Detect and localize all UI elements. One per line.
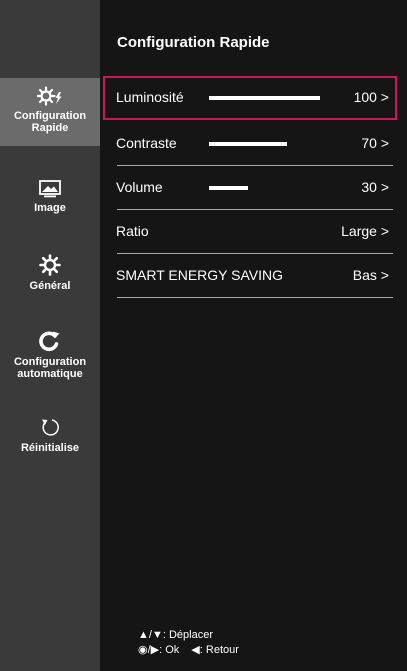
reset-icon	[42, 419, 59, 436]
hint-move: ▲/▼: Déplacer	[138, 628, 239, 643]
sidebar-item-label: Général	[29, 280, 71, 292]
sidebar-item-label: Configuration	[13, 110, 87, 122]
row-value: 70 >	[361, 135, 389, 151]
picture-icon	[39, 180, 61, 198]
quick-settings-icon	[37, 86, 62, 106]
move-label: : Déplacer	[162, 629, 213, 641]
slider-fill	[209, 142, 287, 146]
menu-row-brightness[interactable]: Luminosité 100 >	[103, 76, 397, 120]
menu-row-contrast[interactable]: Contraste 70 >	[103, 122, 397, 162]
row-label: Contraste	[116, 135, 177, 151]
row-value: Bas >	[352, 267, 389, 283]
back-key: ◀	[191, 644, 200, 656]
row-label: Ratio	[116, 223, 149, 239]
sidebar-item-auto-config[interactable]: Configuration automatique	[0, 330, 100, 380]
row-value: Large >	[341, 223, 389, 239]
sidebar-item-general[interactable]: Général	[0, 254, 100, 292]
brightness-slider[interactable]	[209, 96, 320, 100]
contrast-slider[interactable]	[209, 142, 320, 146]
monitor-osd-menu: Configuration Rapide Image Général Confi…	[0, 0, 407, 671]
gear-icon	[39, 254, 61, 276]
back-label: : Retour	[199, 644, 239, 656]
sidebar-item-quick-settings[interactable]: Configuration Rapide	[0, 78, 100, 146]
sidebar-item-image[interactable]: Image	[0, 180, 100, 214]
row-label: Volume	[116, 179, 163, 195]
sidebar-item-label: Image	[34, 202, 66, 214]
move-keys: ▲/▼	[138, 629, 163, 641]
divider	[117, 297, 393, 298]
menu-row-smart-energy-saving[interactable]: SMART ENERGY SAVING Bas >	[103, 254, 397, 294]
ok-label: : Ok	[159, 644, 180, 656]
sidebar-item-sublabel: Rapide	[31, 122, 69, 134]
auto-config-icon	[39, 331, 60, 352]
sidebar-item-sublabel: automatique	[17, 368, 83, 380]
sidebar-item-reset[interactable]: Réinitialise	[0, 416, 100, 454]
menu-row-volume[interactable]: Volume 30 >	[103, 166, 397, 206]
sidebar-item-label: Configuration	[13, 356, 87, 368]
row-value: 30 >	[361, 179, 389, 195]
slider-fill	[209, 186, 248, 190]
sidebar-item-label: Réinitialise	[20, 442, 80, 454]
sidebar: Configuration Rapide Image Général Confi…	[0, 0, 100, 671]
row-value: 100 >	[353, 89, 389, 105]
page-title: Configuration Rapide	[117, 34, 270, 51]
slider-fill	[209, 96, 320, 100]
key-hints: ▲/▼: Déplacer ◉/▶: Ok ◀: Retour	[138, 628, 239, 658]
row-label: SMART ENERGY SAVING	[116, 267, 284, 283]
menu-row-ratio[interactable]: Ratio Large >	[103, 210, 397, 250]
row-label: Luminosité	[116, 89, 184, 105]
ok-keys: ◉/▶	[138, 644, 160, 656]
hint-ok-back: ◉/▶: Ok ◀: Retour	[138, 643, 239, 658]
volume-slider[interactable]	[209, 186, 339, 190]
